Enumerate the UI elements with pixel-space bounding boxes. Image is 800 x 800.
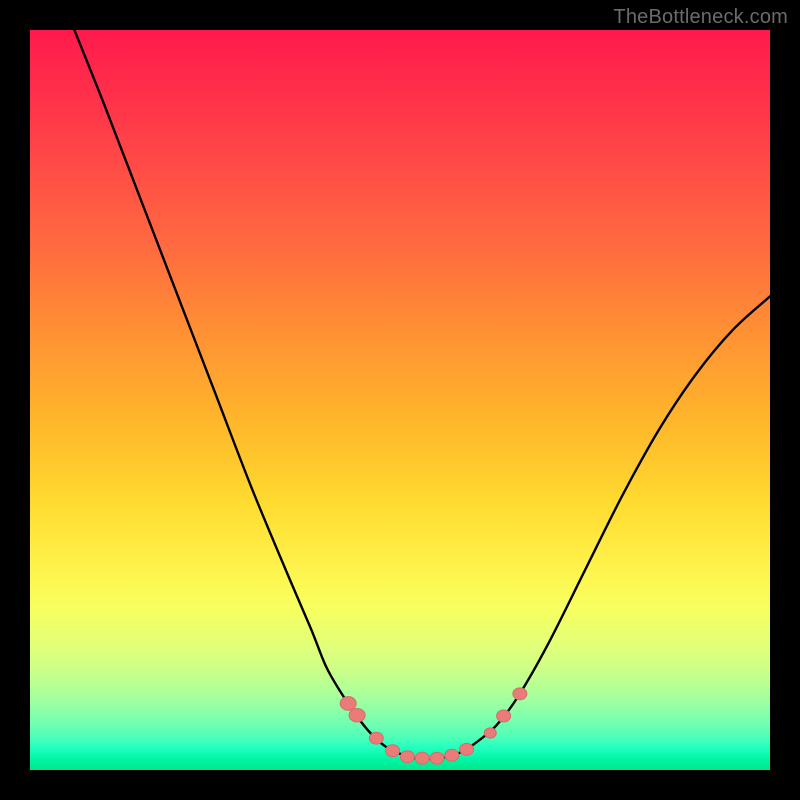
curve-marker <box>400 751 414 763</box>
curve-marker <box>340 697 356 711</box>
watermark-text: TheBottleneck.com <box>613 6 788 29</box>
curve-marker <box>386 745 400 757</box>
chart-frame: TheBottleneck.com <box>0 0 800 800</box>
curve-marker <box>415 752 429 764</box>
chart-plot-area <box>30 30 770 770</box>
curve-marker <box>497 710 511 722</box>
curve-marker <box>445 749 459 761</box>
well-curve <box>74 30 770 759</box>
curve-group <box>74 30 770 759</box>
curve-marker <box>513 688 527 700</box>
marker-group <box>340 688 527 764</box>
curve-marker <box>460 743 474 755</box>
curve-marker <box>349 708 365 722</box>
curve-marker <box>430 752 444 764</box>
chart-svg <box>30 30 770 770</box>
curve-marker <box>369 732 383 744</box>
curve-marker <box>484 728 496 738</box>
